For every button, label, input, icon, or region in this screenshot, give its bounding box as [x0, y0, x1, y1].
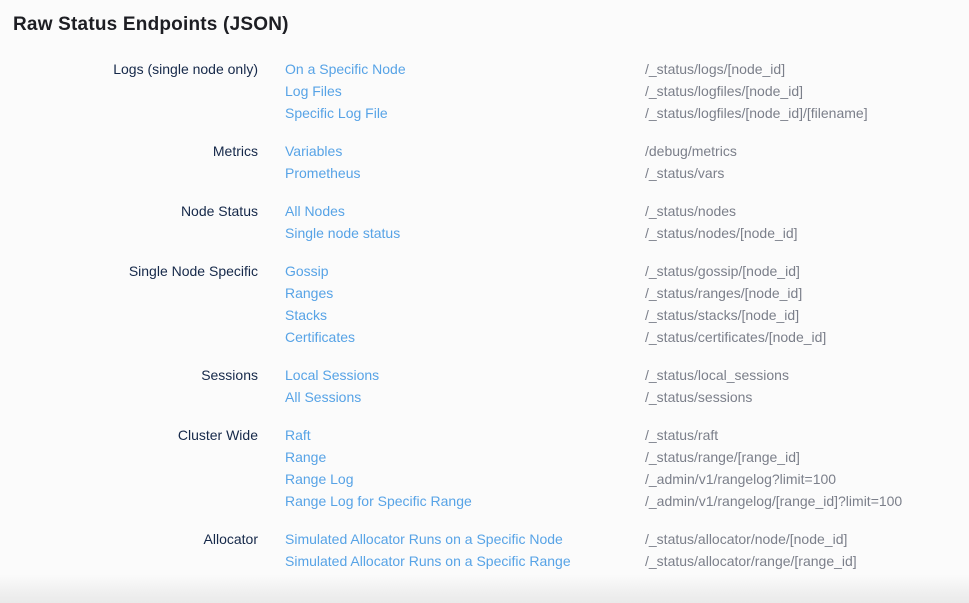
endpoint-link[interactable]: Certificates	[285, 329, 355, 345]
endpoint-section-row: Single Node SpecificGossip Ranges Stacks Ce…	[13, 260, 969, 364]
endpoint-links-column: Raft Range Range Log Range Log for Specific…	[285, 424, 645, 528]
endpoint-link[interactable]: Single node status	[285, 225, 400, 241]
endpoint-link-line: Log Files	[285, 80, 645, 102]
endpoint-link[interactable]: Log Files	[285, 83, 342, 99]
endpoint-link[interactable]: Simulated Allocator Runs on a Specific N…	[285, 531, 563, 547]
endpoints-table: Logs (single node only)On a Specific Nod…	[13, 58, 969, 588]
endpoint-path: /_admin/v1/rangelog/[range_id]?limit=100	[645, 490, 969, 512]
endpoint-path: /_status/ranges/[node_id]	[645, 282, 969, 304]
endpoint-link[interactable]: Gossip	[285, 263, 329, 279]
category-label: Cluster Wide	[13, 424, 285, 528]
endpoint-path: /debug/metrics	[645, 140, 969, 162]
endpoint-paths-column: /_status/raft/_status/range/[range_id]/_…	[645, 424, 969, 528]
endpoint-links-column: Simulated Allocator Runs on a Specific N…	[285, 528, 645, 588]
endpoint-link[interactable]: Stacks	[285, 307, 327, 323]
endpoint-paths-column: /_status/gossip/[node_id]/_status/ranges…	[645, 260, 969, 364]
endpoint-paths-column: /_status/local_sessions/_status/sessions	[645, 364, 969, 424]
endpoint-link[interactable]: Specific Log File	[285, 105, 388, 121]
category-label: Logs (single node only)	[13, 58, 285, 140]
endpoint-link-line: Ranges	[285, 282, 645, 304]
endpoint-link-line: Raft	[285, 424, 645, 446]
endpoint-path: /_status/stacks/[node_id]	[645, 304, 969, 326]
endpoint-path: /_status/sessions	[645, 386, 969, 408]
endpoint-links-column: On a Specific Node Log Files Specific Log …	[285, 58, 645, 140]
endpoint-section-row: Cluster WideRaft Range Range Log Range Log …	[13, 424, 969, 528]
endpoint-path: /_status/nodes/[node_id]	[645, 222, 969, 244]
endpoint-link[interactable]: Prometheus	[285, 165, 360, 181]
endpoint-links-column: Variables Prometheus	[285, 140, 645, 200]
endpoint-link[interactable]: Variables	[285, 143, 342, 159]
endpoint-link-line: Certificates	[285, 326, 645, 348]
endpoint-path: /_status/local_sessions	[645, 364, 969, 386]
endpoint-section-row: AllocatorSimulated Allocator Runs on a S…	[13, 528, 969, 588]
endpoint-links-column: All Nodes Single node status	[285, 200, 645, 260]
category-label: Node Status	[13, 200, 285, 260]
endpoint-link-line: Local Sessions	[285, 364, 645, 386]
debug-endpoints-page: Raw Status Endpoints (JSON) Logs (single…	[0, 0, 969, 588]
endpoint-path: /_status/allocator/range/[range_id]	[645, 550, 969, 572]
endpoint-path: /_status/raft	[645, 424, 969, 446]
endpoint-link-line: Prometheus	[285, 162, 645, 184]
endpoint-link-line: All Nodes	[285, 200, 645, 222]
endpoint-paths-column: /_status/nodes/_status/nodes/[node_id]	[645, 200, 969, 260]
endpoint-links-column: Gossip Ranges Stacks Certificates	[285, 260, 645, 364]
endpoint-link[interactable]: On a Specific Node	[285, 61, 406, 77]
endpoint-link[interactable]: Ranges	[285, 285, 333, 301]
category-label: Sessions	[13, 364, 285, 424]
endpoint-link-line: Range	[285, 446, 645, 468]
endpoint-paths-column: /debug/metrics/_status/vars	[645, 140, 969, 200]
endpoint-link-line: Simulated Allocator Runs on a Specific N…	[285, 528, 645, 550]
endpoint-link-line: Single node status	[285, 222, 645, 244]
endpoint-link-line: Range Log for Specific Range	[285, 490, 645, 512]
endpoint-paths-column: /_status/logs/[node_id]/_status/logfiles…	[645, 58, 969, 140]
endpoint-link[interactable]: Local Sessions	[285, 367, 379, 383]
endpoint-links-column: Local Sessions All Sessions	[285, 364, 645, 424]
endpoint-link-line: On a Specific Node	[285, 58, 645, 80]
endpoint-path: /_admin/v1/rangelog?limit=100	[645, 468, 969, 490]
endpoint-section-row: Node StatusAll Nodes Single node status /_…	[13, 200, 969, 260]
endpoint-path: /_status/range/[range_id]	[645, 446, 969, 468]
endpoint-link[interactable]: Simulated Allocator Runs on a Specific R…	[285, 553, 571, 569]
endpoint-path: /_status/certificates/[node_id]	[645, 326, 969, 348]
endpoint-section-row: Logs (single node only)On a Specific Nod…	[13, 58, 969, 140]
endpoint-link-line: Specific Log File	[285, 102, 645, 124]
endpoint-paths-column: /_status/allocator/node/[node_id]/_statu…	[645, 528, 969, 588]
category-label: Allocator	[13, 528, 285, 588]
endpoint-link[interactable]: All Nodes	[285, 203, 345, 219]
endpoint-link-line: Simulated Allocator Runs on a Specific R…	[285, 550, 645, 572]
endpoint-link-line: Stacks	[285, 304, 645, 326]
endpoint-path: /_status/gossip/[node_id]	[645, 260, 969, 282]
endpoint-section-row: MetricsVariables Prometheus/debug/metrics…	[13, 140, 969, 200]
endpoint-path: /_status/nodes	[645, 200, 969, 222]
endpoint-link[interactable]: Range Log for Specific Range	[285, 493, 472, 509]
endpoint-link-line: All Sessions	[285, 386, 645, 408]
endpoint-path: /_status/allocator/node/[node_id]	[645, 528, 969, 550]
endpoint-path: /_status/logfiles/[node_id]	[645, 80, 969, 102]
endpoint-path: /_status/vars	[645, 162, 969, 184]
endpoint-link-line: Variables	[285, 140, 645, 162]
page-title: Raw Status Endpoints (JSON)	[13, 13, 969, 36]
endpoints-table-body: Logs (single node only)On a Specific Nod…	[13, 58, 969, 588]
endpoint-path: /_status/logfiles/[node_id]/[filename]	[645, 102, 969, 124]
endpoint-link-line: Gossip	[285, 260, 645, 282]
endpoint-section-row: SessionsLocal Sessions All Sessions /_stat…	[13, 364, 969, 424]
endpoint-link[interactable]: Range Log	[285, 471, 354, 487]
endpoint-path: /_status/logs/[node_id]	[645, 58, 969, 80]
endpoint-link-line: Range Log	[285, 468, 645, 490]
endpoint-link[interactable]: All Sessions	[285, 389, 361, 405]
category-label: Single Node Specific	[13, 260, 285, 364]
endpoint-link[interactable]: Range	[285, 449, 326, 465]
category-label: Metrics	[13, 140, 285, 200]
endpoint-link[interactable]: Raft	[285, 427, 311, 443]
